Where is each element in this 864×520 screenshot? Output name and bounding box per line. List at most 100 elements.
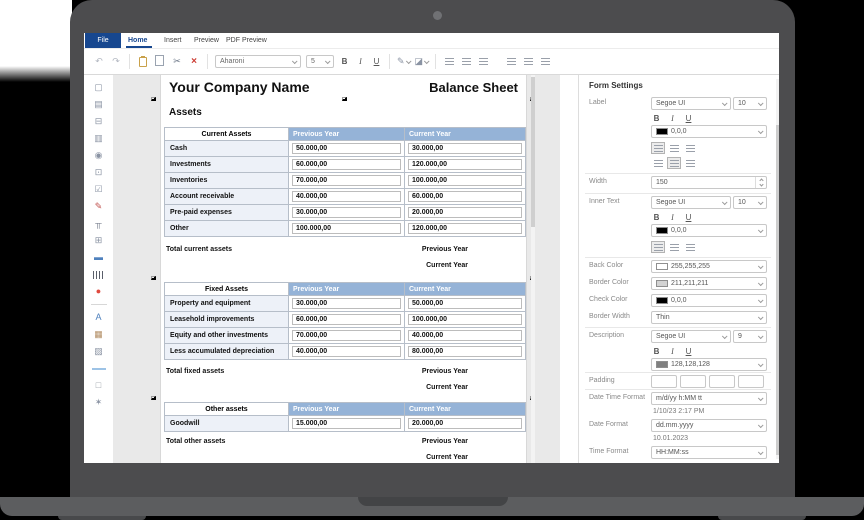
barcode-tool-icon[interactable] bbox=[92, 270, 106, 279]
padding-top-input[interactable] bbox=[680, 375, 706, 388]
resize-handle[interactable] bbox=[342, 97, 347, 101]
inner-text-align-left-icon[interactable] bbox=[651, 241, 665, 253]
valign-top-icon[interactable] bbox=[505, 55, 517, 68]
label-font-size-select[interactable]: 10 bbox=[733, 97, 767, 110]
description-color-select[interactable]: 128,128,128 bbox=[651, 358, 767, 371]
value-input[interactable]: 120.000,00 bbox=[408, 159, 522, 170]
dropdown-tool-icon[interactable]: ⊟ bbox=[92, 117, 106, 126]
tab-preview[interactable]: Preview bbox=[194, 33, 219, 48]
italic-button[interactable]: I bbox=[355, 55, 366, 68]
button-tool-icon[interactable]: ▬ bbox=[92, 253, 106, 262]
location-tool-icon[interactable]: ● bbox=[92, 287, 106, 296]
picture-tool-icon[interactable]: ▨ bbox=[92, 347, 106, 356]
value-input[interactable]: 40.000,00 bbox=[408, 330, 522, 341]
align-center-icon[interactable] bbox=[460, 55, 472, 68]
inner-text-italic-button[interactable]: I bbox=[667, 211, 678, 224]
description-font-select[interactable]: Segoe UI bbox=[651, 330, 731, 343]
width-input[interactable]: 150 bbox=[651, 176, 767, 189]
label-bold-button[interactable]: B bbox=[651, 112, 662, 125]
font-family-select[interactable]: Aharoni bbox=[215, 55, 301, 68]
magic-wand-tool-icon[interactable]: ✶ bbox=[92, 398, 106, 407]
value-input[interactable]: 20.000,00 bbox=[408, 207, 522, 218]
value-input[interactable]: 30.000,00 bbox=[292, 207, 401, 218]
value-input[interactable]: 70.000,00 bbox=[292, 330, 401, 341]
value-input[interactable]: 40.000,00 bbox=[292, 346, 401, 357]
check-color-select[interactable]: 0,0,0 bbox=[651, 294, 767, 307]
tab-pdf-preview[interactable]: PDF Preview bbox=[226, 33, 267, 48]
description-underline-button[interactable]: U bbox=[683, 345, 694, 358]
bold-button[interactable]: B bbox=[339, 55, 350, 68]
label-valign-middle-icon[interactable] bbox=[667, 157, 681, 169]
rectangle-tool-icon[interactable]: □ bbox=[92, 381, 106, 390]
file-menu-button[interactable]: File bbox=[85, 33, 121, 48]
underline-button[interactable]: U bbox=[371, 55, 382, 68]
inner-text-bold-button[interactable]: B bbox=[651, 211, 662, 224]
resize-handle[interactable] bbox=[151, 396, 156, 400]
inner-text-align-right-icon[interactable] bbox=[683, 241, 697, 253]
datetime-format-select[interactable]: m/d/yy h:MM tt bbox=[651, 392, 767, 405]
paste-icon[interactable] bbox=[137, 55, 149, 68]
valign-middle-icon[interactable] bbox=[522, 55, 534, 68]
document-scrollbar[interactable] bbox=[531, 75, 535, 463]
description-bold-button[interactable]: B bbox=[651, 345, 662, 358]
date-format-select[interactable]: dd.mm.yyyy bbox=[651, 419, 767, 432]
align-left-icon[interactable] bbox=[443, 55, 455, 68]
grid-tool-icon[interactable]: ⊞ bbox=[92, 236, 106, 245]
label-align-left-icon[interactable] bbox=[651, 142, 665, 154]
value-input[interactable]: 40.000,00 bbox=[292, 191, 401, 202]
label-align-justify-icon[interactable] bbox=[683, 142, 697, 154]
border-width-select[interactable]: Thin bbox=[651, 311, 767, 324]
valign-bottom-icon[interactable] bbox=[539, 55, 551, 68]
label-valign-bottom-icon[interactable] bbox=[683, 157, 697, 169]
stamp-tool-icon[interactable]: ╥ bbox=[92, 219, 106, 228]
inner-text-font-select[interactable]: Segoe UI bbox=[651, 196, 731, 209]
value-input[interactable]: 120.000,00 bbox=[408, 223, 522, 234]
line-tool-icon[interactable] bbox=[92, 364, 106, 373]
border-color-select[interactable]: 211,211,211 bbox=[651, 277, 767, 290]
label-tool-icon[interactable]: A bbox=[92, 313, 106, 322]
textarea-tool-icon[interactable]: ▤ bbox=[92, 100, 106, 109]
undo-icon[interactable]: ↶ bbox=[93, 55, 105, 68]
value-input[interactable]: 100.000,00 bbox=[292, 223, 401, 234]
radio-button-tool-icon[interactable]: ◉ bbox=[92, 151, 106, 160]
signature-tool-icon[interactable]: ✎ bbox=[92, 202, 106, 211]
panel-scrollbar[interactable] bbox=[776, 79, 779, 459]
inner-text-color-select[interactable]: 0,0,0 bbox=[651, 224, 767, 237]
label-font-select[interactable]: Segoe UI bbox=[651, 97, 731, 110]
listbox-tool-icon[interactable]: ▥ bbox=[92, 134, 106, 143]
copy-icon[interactable] bbox=[154, 55, 166, 68]
fill-color-icon[interactable]: ◪ bbox=[415, 56, 429, 67]
description-font-size-select[interactable]: 9 bbox=[733, 330, 767, 343]
value-input[interactable]: 60.000,00 bbox=[292, 159, 401, 170]
resize-handle[interactable] bbox=[151, 97, 156, 101]
tab-insert[interactable]: Insert bbox=[164, 33, 182, 48]
textbox-tool-icon[interactable]: ▢ bbox=[92, 83, 106, 92]
combobox-tool-icon[interactable]: ⊡ bbox=[92, 168, 106, 177]
description-italic-button[interactable]: I bbox=[667, 345, 678, 358]
inner-text-underline-button[interactable]: U bbox=[683, 211, 694, 224]
align-right-icon[interactable] bbox=[477, 55, 489, 68]
font-size-select[interactable]: 5 bbox=[306, 55, 334, 68]
value-input[interactable]: 70.000,00 bbox=[292, 175, 401, 186]
value-input[interactable]: 15.000,00 bbox=[292, 418, 401, 429]
cut-icon[interactable]: ✂ bbox=[171, 55, 183, 68]
value-input[interactable]: 50.000,00 bbox=[408, 298, 522, 309]
image-tool-icon[interactable]: ▦ bbox=[92, 330, 106, 339]
label-underline-button[interactable]: U bbox=[683, 112, 694, 125]
value-input[interactable]: 100.000,00 bbox=[408, 175, 522, 186]
time-format-select[interactable]: HH:MM:ss bbox=[651, 446, 767, 459]
inner-text-align-center-icon[interactable] bbox=[667, 241, 681, 253]
redo-icon[interactable]: ↷ bbox=[110, 55, 122, 68]
label-align-right-icon[interactable] bbox=[667, 142, 681, 154]
resize-handle[interactable] bbox=[151, 276, 156, 280]
value-input[interactable]: 60.000,00 bbox=[408, 191, 522, 202]
font-color-icon[interactable]: ✎ bbox=[397, 56, 410, 67]
padding-left-input[interactable] bbox=[651, 375, 677, 388]
inner-text-font-size-select[interactable]: 10 bbox=[733, 196, 767, 209]
label-italic-button[interactable]: I bbox=[667, 112, 678, 125]
label-valign-top-icon[interactable] bbox=[651, 157, 665, 169]
padding-bottom-input[interactable] bbox=[738, 375, 764, 388]
value-input[interactable]: 80.000,00 bbox=[408, 346, 522, 357]
width-stepper[interactable] bbox=[755, 177, 766, 188]
back-color-select[interactable]: 255,255,255 bbox=[651, 260, 767, 273]
